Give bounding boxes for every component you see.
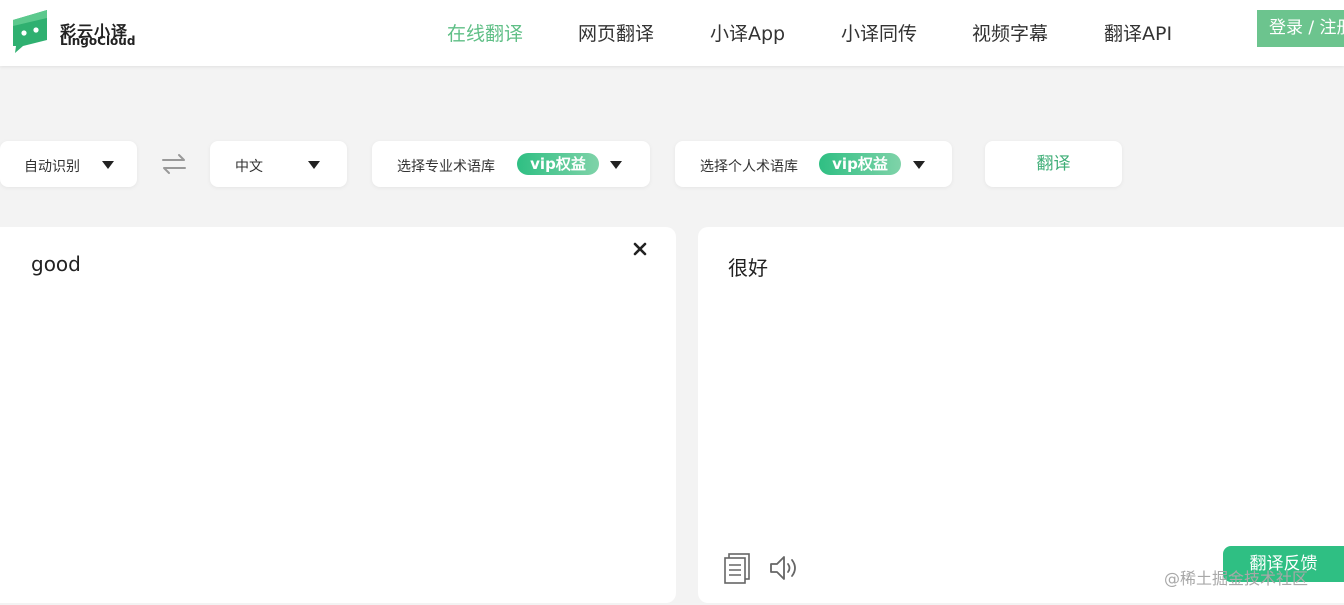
source-text-input[interactable]: good: [31, 252, 81, 276]
speaker-icon[interactable]: [768, 553, 800, 583]
watermark: @稀土掘金技术社区: [1164, 569, 1309, 588]
vip-badge: vip权益: [819, 153, 901, 175]
source-language-label: 自动识别: [24, 159, 80, 175]
translation-result: 很好: [728, 256, 768, 280]
swap-arrows-icon[interactable]: [160, 152, 188, 176]
nav-simultaneous[interactable]: 小译同传: [841, 19, 917, 46]
pro-glossary-label: 选择专业术语库: [397, 159, 495, 175]
chevron-down-icon: [102, 161, 114, 169]
translate-button[interactable]: 翻译: [985, 141, 1122, 187]
chat-bubble-logo-icon: [13, 10, 47, 53]
nav-web-translate[interactable]: 网页翻译: [578, 19, 654, 46]
brand-name-en: LingoCloud: [60, 34, 136, 48]
top-header: 彩云小译 LingoCloud 在线翻译 网页翻译 小译App 小译同传 视频字…: [0, 0, 1344, 66]
chevron-down-icon: [913, 161, 925, 169]
source-language-select[interactable]: 自动识别: [0, 141, 137, 187]
copy-icon[interactable]: [723, 552, 751, 584]
close-icon[interactable]: [632, 241, 648, 257]
chevron-down-icon: [308, 161, 320, 169]
nav-translate-api[interactable]: 翻译API: [1104, 19, 1172, 46]
login-register-button[interactable]: 登录 / 注册: [1257, 10, 1344, 47]
brand-logo[interactable]: 彩云小译 LingoCloud: [11, 8, 141, 54]
nav-app[interactable]: 小译App: [710, 19, 785, 46]
personal-glossary-select[interactable]: 选择个人术语库 vip权益: [675, 141, 952, 187]
pro-glossary-select[interactable]: 选择专业术语库 vip权益: [372, 141, 650, 187]
target-language-label: 中文: [235, 159, 263, 175]
source-text-panel[interactable]: good: [0, 227, 676, 603]
nav-video-subtitles[interactable]: 视频字幕: [972, 19, 1048, 46]
vip-badge: vip权益: [517, 153, 599, 175]
nav-online-translate[interactable]: 在线翻译: [447, 19, 523, 46]
chevron-down-icon: [610, 161, 622, 169]
personal-glossary-label: 选择个人术语库: [700, 159, 798, 175]
target-language-select[interactable]: 中文: [210, 141, 347, 187]
